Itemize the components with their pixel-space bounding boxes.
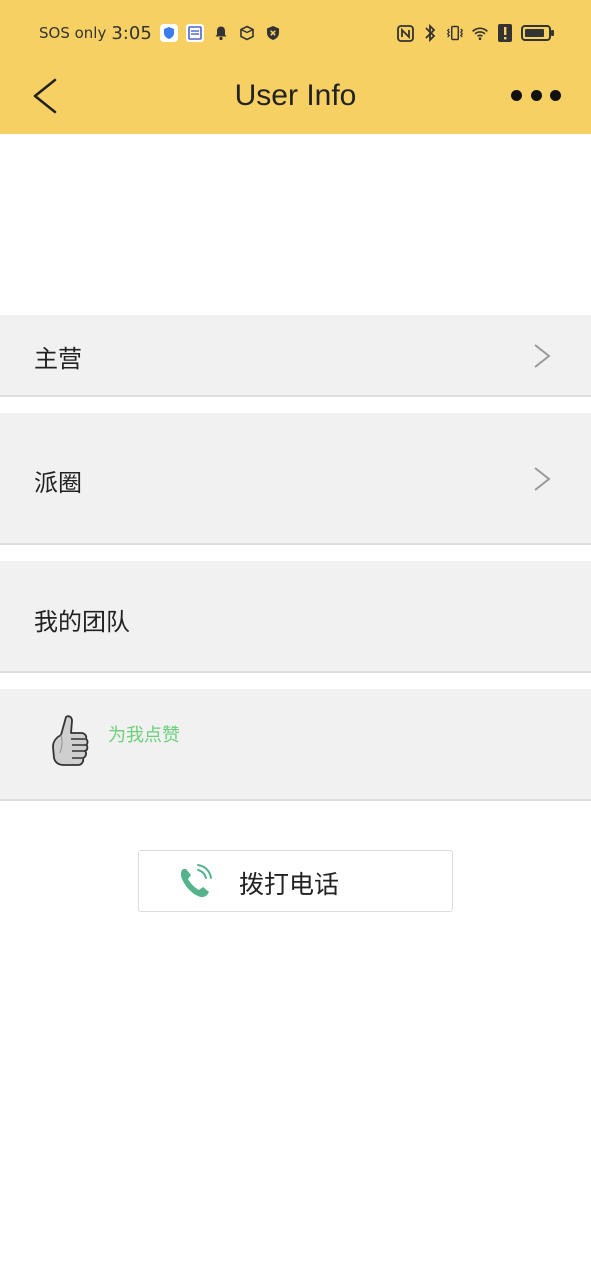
security-shield-icon — [264, 24, 282, 42]
call-button-label: 拨打电话 — [239, 870, 340, 899]
more-options-button[interactable] — [511, 82, 561, 108]
like-label[interactable]: 为我点赞 — [108, 721, 180, 747]
thumbs-up-icon[interactable] — [48, 713, 92, 775]
row-label: 我的团队 — [34, 608, 130, 636]
nav-bar: User Info — [0, 64, 591, 134]
row-like: 为我点赞 — [0, 689, 591, 801]
chevron-right-icon — [534, 344, 551, 368]
alert-sim-icon — [496, 24, 514, 42]
more-dot-icon — [511, 89, 522, 101]
clock-text: 3:05 — [111, 22, 152, 44]
call-button[interactable]: 拨打电话 — [138, 850, 453, 912]
box-icon — [238, 24, 256, 42]
bluetooth-icon — [421, 23, 439, 43]
status-right — [396, 20, 555, 46]
row-label: 主营 — [34, 345, 82, 373]
header: SOS only 3:05 User Info — [0, 0, 591, 134]
row-label: 派圈 — [34, 469, 82, 497]
more-dot-icon — [550, 89, 561, 101]
nfc-icon — [396, 24, 414, 42]
shield-app-icon — [159, 24, 178, 42]
row-my-team[interactable]: 我的团队 — [0, 561, 591, 673]
status-bar: SOS only 3:05 — [0, 0, 591, 64]
row-pai-circle[interactable]: 派圈 — [0, 413, 591, 545]
bell-icon — [212, 24, 230, 42]
notification-app-icon — [185, 24, 204, 42]
phone-icon — [180, 864, 212, 898]
battery-icon — [521, 24, 555, 42]
more-dot-icon — [530, 89, 542, 101]
status-left: SOS only 3:05 — [39, 20, 282, 46]
wifi-icon — [471, 24, 489, 42]
page-title: User Info — [234, 79, 357, 112]
carrier-text: SOS only — [39, 24, 107, 42]
chevron-right-icon — [534, 467, 551, 491]
row-main-business[interactable]: 主营 — [0, 315, 591, 397]
vibrate-icon — [446, 24, 464, 42]
